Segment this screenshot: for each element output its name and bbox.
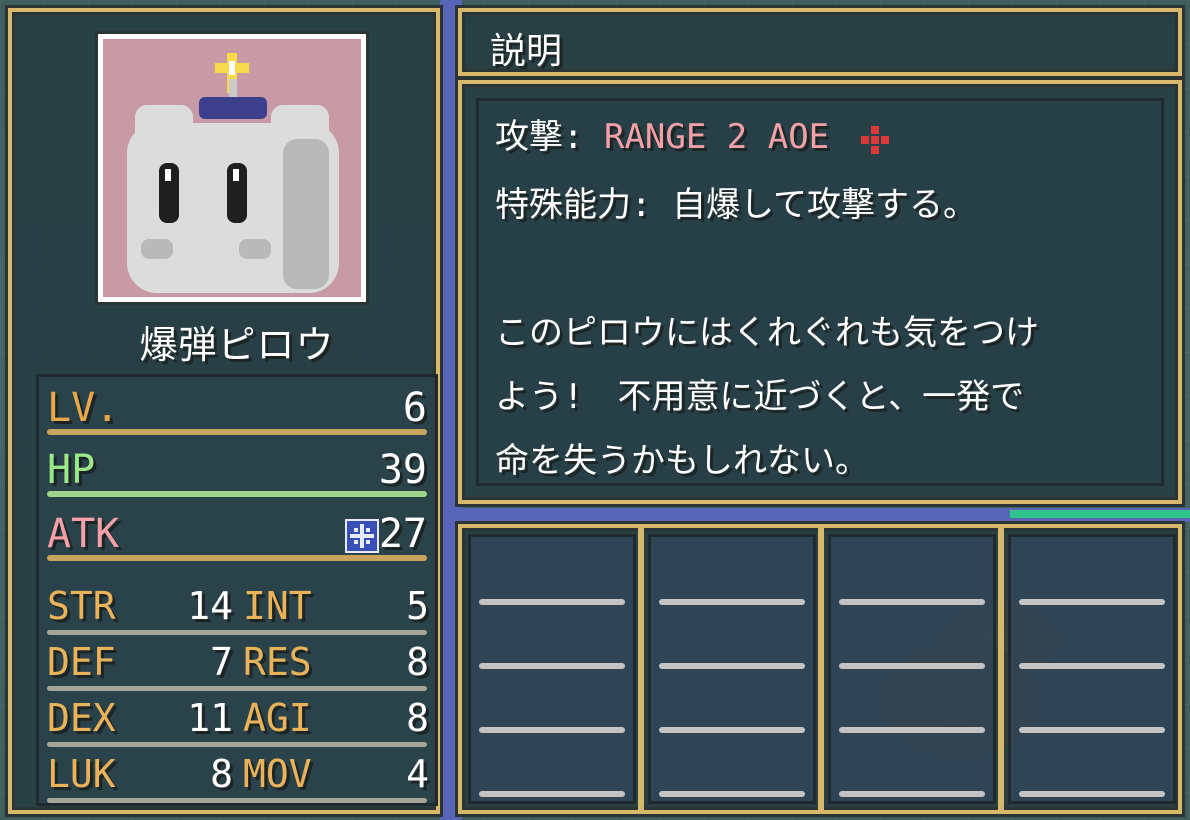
slot-empty-line — [479, 663, 625, 669]
stat-str-value: 14 — [187, 584, 233, 628]
stat-atk-value: 27 — [378, 511, 427, 557]
unit-status-panel: 爆弾ピロウ LV. 6 HP 39 ATK 27 STR 14 INT 5 DE… — [8, 8, 440, 814]
flavor-line-1: このピロウにはくれぐれも気をつけ — [495, 313, 1039, 353]
magic-snowflake-icon — [345, 519, 379, 553]
slot-empty-line — [479, 791, 625, 797]
pillow-bomb-icon — [127, 53, 339, 293]
attack-label: 攻撃: — [495, 117, 584, 157]
slot-empty-line — [839, 791, 985, 797]
atk-bar — [47, 555, 427, 561]
stat-atk: ATK 27 — [47, 509, 427, 561]
stats-box: LV. 6 HP 39 ATK 27 STR 14 INT 5 DEF 7 RE… — [36, 374, 438, 806]
slot-empty-line — [659, 791, 805, 797]
description-body: 攻撃: RANGE 2 AOE 特殊能力: 自爆して攻撃する。 このピロウにはく… — [476, 98, 1164, 486]
flavor-line-3: 命を失うかもしれない。 — [495, 441, 869, 481]
attack-line: 攻撃: RANGE 2 AOE — [495, 117, 890, 157]
item-slot-1[interactable] — [468, 534, 636, 804]
flavor-line-2: よう! 不用意に近づくと、一発で — [495, 377, 1025, 417]
stat-row-underline — [47, 686, 427, 691]
description-title: 説明 — [490, 31, 563, 72]
item-slot-4[interactable] — [1008, 534, 1176, 804]
attack-range-value: RANGE 2 AOE — [603, 117, 830, 157]
stat-luk-label: LUK — [47, 752, 116, 796]
stat-hp-label: HP — [47, 447, 96, 493]
ability-value: 自爆して攻撃する。 — [671, 185, 977, 225]
slot-empty-line — [1019, 791, 1165, 797]
item-slot-3[interactable] — [828, 534, 996, 804]
slot-divider — [818, 528, 824, 810]
stat-hp: HP 39 — [47, 445, 427, 497]
hp-bar — [47, 491, 427, 497]
stat-lv-label: LV. — [47, 385, 120, 431]
stat-agi-value: 8 — [406, 696, 429, 740]
item-slots-panel — [458, 524, 1182, 814]
stat-str-label: STR — [47, 584, 116, 628]
stat-row-def-res: DEF 7 RES 8 — [47, 639, 429, 691]
slot-empty-line — [839, 727, 985, 733]
stat-row-underline — [47, 798, 427, 803]
stat-row-str-int: STR 14 INT 5 — [47, 583, 429, 635]
slot-empty-line — [659, 727, 805, 733]
stat-mov-label: MOV — [243, 752, 312, 796]
map-green-strip — [1010, 510, 1190, 518]
stat-int-label: INT — [243, 584, 312, 628]
item-slot-2[interactable] — [648, 534, 816, 804]
stat-hp-value: 39 — [378, 447, 427, 493]
description-title-panel: 説明 — [458, 8, 1182, 76]
slot-empty-line — [1019, 663, 1165, 669]
unit-portrait — [98, 34, 366, 302]
slot-empty-line — [659, 663, 805, 669]
stat-dex-value: 11 — [187, 696, 233, 740]
slot-empty-line — [839, 599, 985, 605]
stat-lv-value: 6 — [402, 385, 427, 431]
slot-empty-line — [479, 727, 625, 733]
slot-empty-line — [1019, 727, 1165, 733]
stat-row-underline — [47, 742, 427, 747]
stat-def-value: 7 — [210, 640, 233, 684]
stat-agi-label: AGI — [243, 696, 312, 740]
stat-row-luk-mov: LUK 8 MOV 4 — [47, 751, 429, 803]
slot-divider — [638, 528, 644, 810]
ability-line: 特殊能力: 自爆して攻撃する。 — [495, 185, 977, 225]
stat-mov-value: 4 — [406, 752, 429, 796]
stat-res-value: 8 — [406, 640, 429, 684]
stat-row-dex-agi: DEX 11 AGI 8 — [47, 695, 429, 747]
stat-res-label: RES — [243, 640, 312, 684]
slot-divider — [998, 528, 1004, 810]
stat-row-underline — [47, 630, 427, 635]
stat-atk-label: ATK — [47, 511, 120, 557]
stat-lv: LV. 6 — [47, 383, 427, 435]
ability-label: 特殊能力: — [495, 185, 652, 225]
slot-empty-line — [659, 599, 805, 605]
red-cross-icon — [860, 124, 890, 154]
stat-luk-value: 8 — [210, 752, 233, 796]
stat-dex-label: DEX — [47, 696, 116, 740]
slot-empty-line — [479, 599, 625, 605]
slot-empty-line — [1019, 599, 1165, 605]
stat-def-label: DEF — [47, 640, 116, 684]
lv-bar — [47, 429, 427, 435]
description-panel: 攻撃: RANGE 2 AOE 特殊能力: 自爆して攻撃する。 このピロウにはく… — [458, 80, 1182, 504]
stat-int-value: 5 — [406, 584, 429, 628]
unit-name: 爆弾ピロウ — [139, 323, 335, 367]
slot-empty-line — [839, 663, 985, 669]
